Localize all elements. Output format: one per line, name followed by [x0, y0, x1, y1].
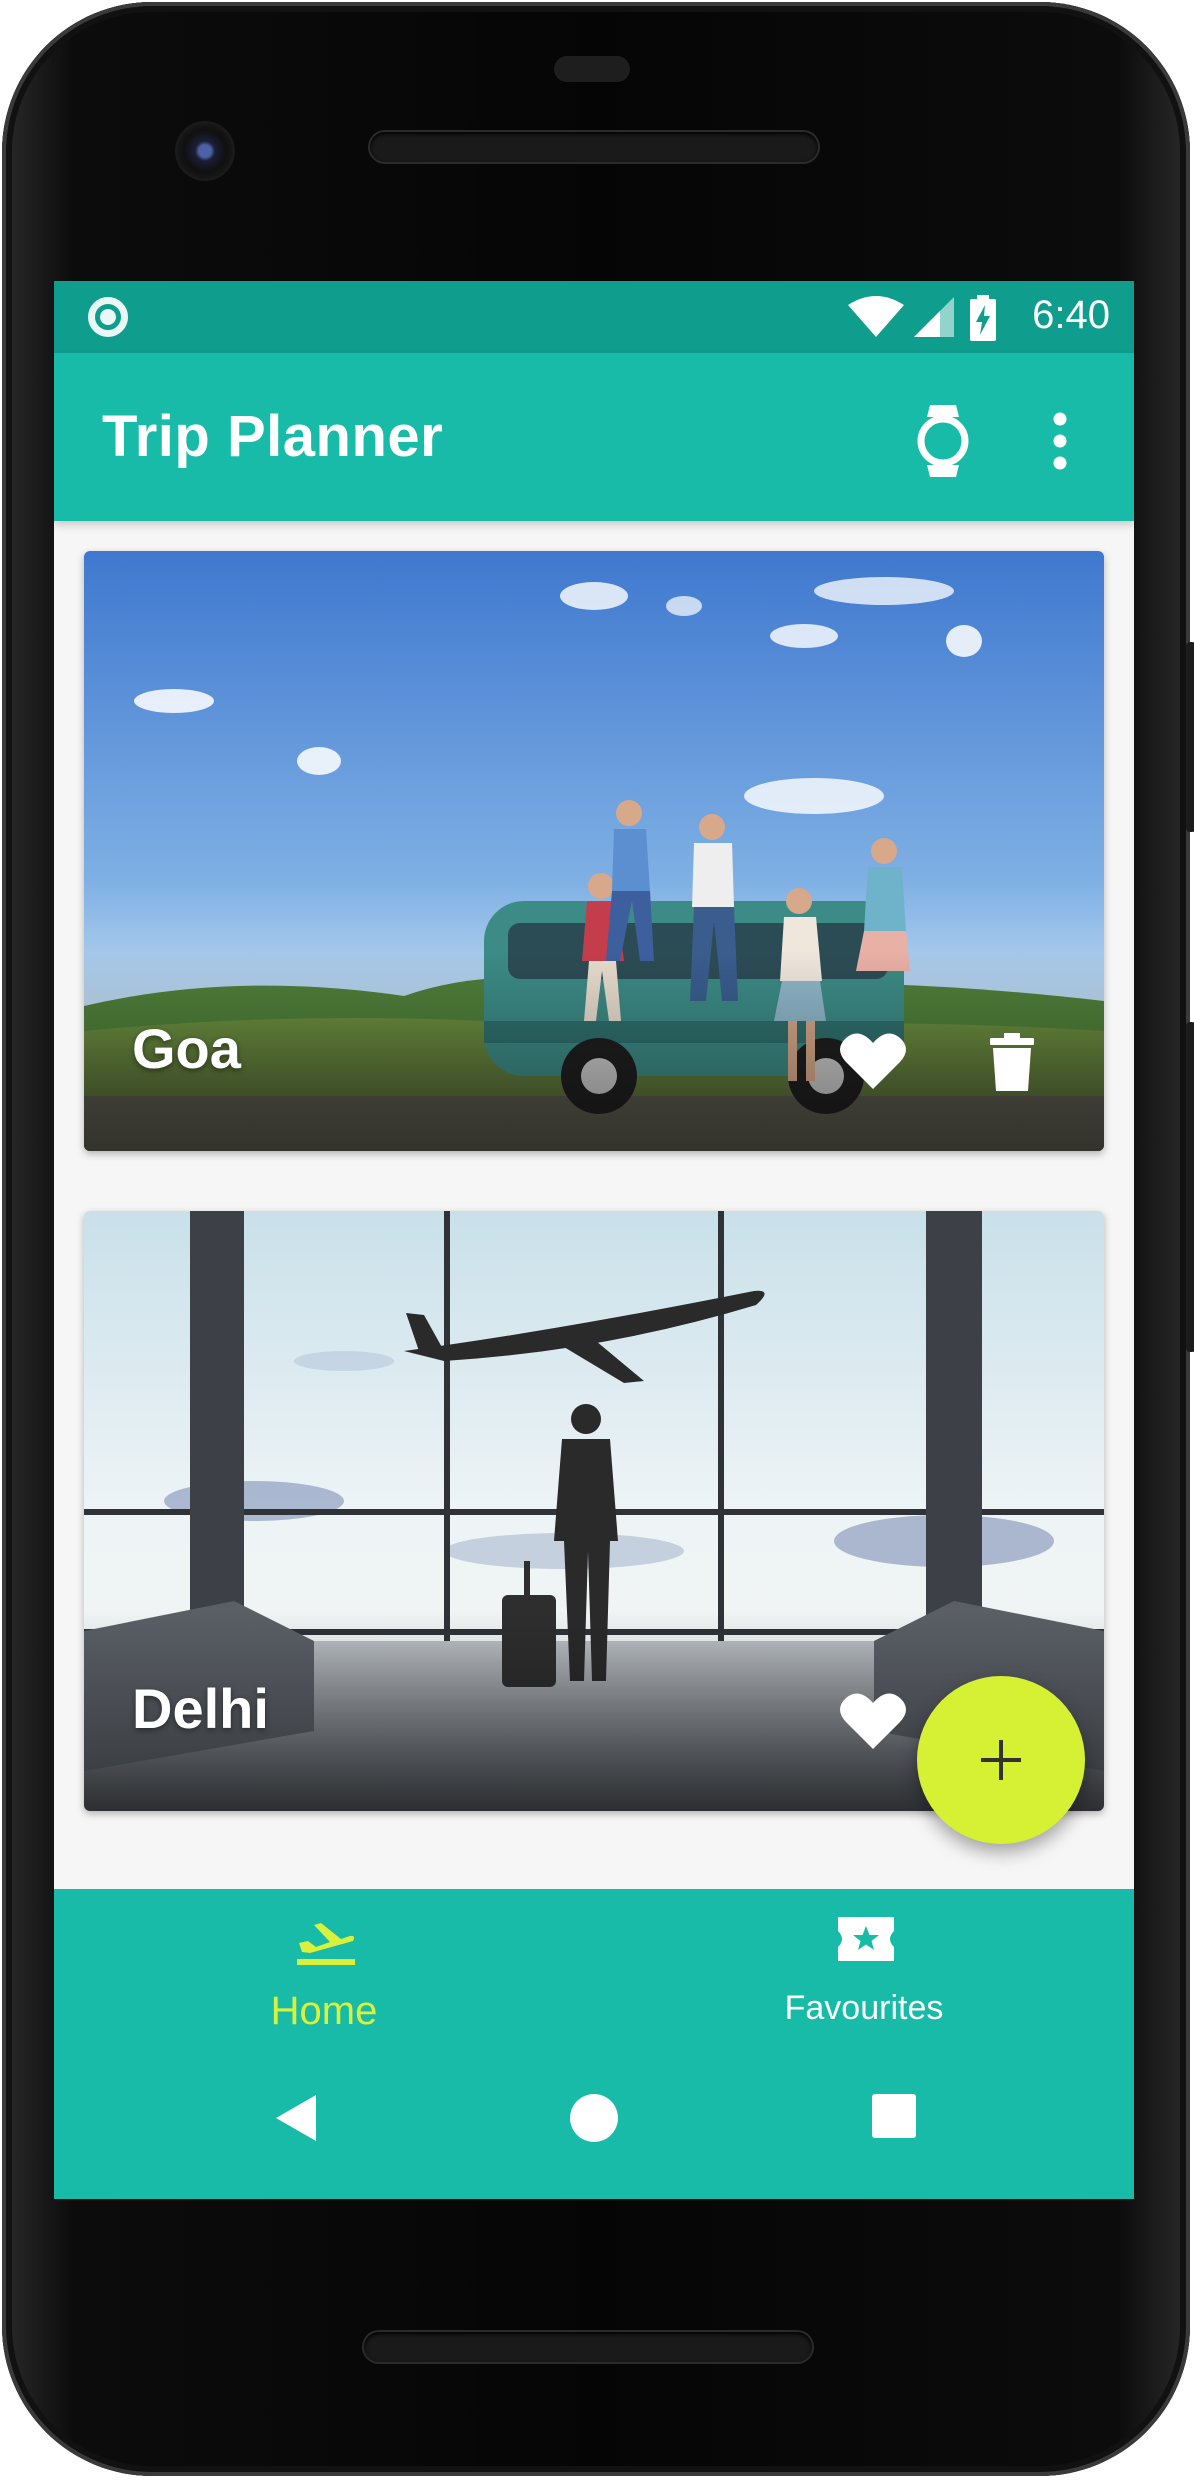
signal-icon	[914, 297, 954, 337]
flight-takeoff-icon	[297, 1923, 355, 1965]
notification-dot-icon	[88, 297, 128, 337]
battery-charging-icon	[970, 295, 996, 341]
power-button	[1186, 642, 1194, 832]
plus-icon	[981, 1740, 1021, 1780]
app-bar: Trip Planner	[54, 353, 1134, 521]
trip-card-goa[interactable]: Goa	[84, 551, 1104, 1151]
add-trip-button[interactable]	[917, 1676, 1085, 1844]
nav-item-favourites[interactable]: Favourites	[594, 1889, 1134, 2049]
nav-label-favourites: Favourites	[784, 1989, 944, 2027]
watch-icon[interactable]	[916, 403, 970, 479]
nav-item-home[interactable]: Home	[54, 1889, 594, 2049]
bottom-speaker	[364, 2332, 812, 2362]
front-camera	[178, 124, 232, 178]
delete-icon[interactable]	[990, 1033, 1034, 1091]
volume-button	[1186, 1022, 1194, 1352]
back-icon[interactable]	[272, 2093, 318, 2143]
system-navigation-bar	[54, 2049, 1134, 2199]
heart-icon[interactable]	[840, 1031, 906, 1091]
more-vert-icon[interactable]	[1050, 411, 1070, 471]
trip-title: Delhi	[132, 1677, 269, 1740]
bottom-navigation: Home Favourites	[54, 1889, 1134, 2049]
proximity-sensor	[554, 56, 630, 82]
status-bar: 6:40	[54, 281, 1134, 353]
nav-label-home: Home	[270, 1989, 378, 2033]
ticket-star-icon	[838, 1917, 894, 1961]
screen: 6:40 Trip Planner Goa Delhi Home Favouri…	[54, 281, 1134, 2199]
app-title: Trip Planner	[102, 404, 444, 469]
phone-frame: 6:40 Trip Planner Goa Delhi Home Favouri…	[2, 2, 1194, 2476]
trip-title: Goa	[132, 1017, 241, 1080]
home-circle-icon[interactable]	[569, 2093, 619, 2143]
recents-icon[interactable]	[871, 2093, 917, 2139]
heart-icon[interactable]	[840, 1691, 906, 1751]
clock: 6:40	[1032, 293, 1110, 337]
top-speaker	[370, 132, 818, 162]
wifi-icon	[848, 296, 904, 337]
